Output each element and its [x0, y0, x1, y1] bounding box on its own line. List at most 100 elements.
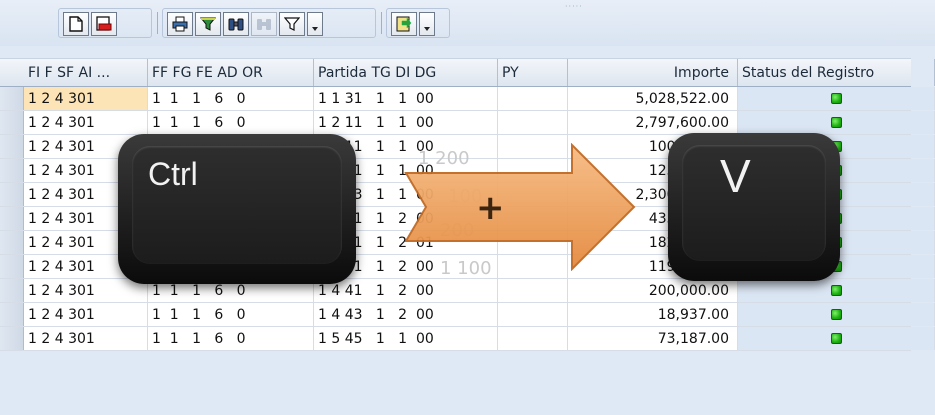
- cell-py[interactable]: [498, 111, 568, 134]
- row-selector[interactable]: [0, 159, 24, 182]
- cell-py[interactable]: [498, 135, 568, 158]
- cell-partida[interactable]: 1 4 31 1 2 00: [314, 255, 498, 278]
- column-header-fi[interactable]: FI F SF AI ...: [24, 59, 148, 86]
- cell-ff[interactable]: 1 1 1 6 0: [148, 111, 314, 134]
- cell-fi[interactable]: 1 2 4 301: [24, 327, 148, 350]
- table-row[interactable]: 1 2 4 301 1 1 1 6 01 4 31 1 2 00 119,000.0…: [0, 255, 935, 279]
- delete-row-button[interactable]: [91, 12, 117, 36]
- cell-importe[interactable]: 18,937.00: [568, 303, 738, 326]
- table-row[interactable]: 1 2 4 301 1 1 1 6 01 4 11 1 2 00 435,000.0…: [0, 207, 935, 231]
- cell-importe[interactable]: 200,000.00: [568, 279, 738, 302]
- cell-partida[interactable]: 1 4 11 1 2 00: [314, 207, 498, 230]
- find-next-button[interactable]: [251, 12, 277, 36]
- cell-status[interactable]: [738, 183, 935, 206]
- cell-partida[interactable]: 1 1 31 1 1 00: [314, 87, 498, 110]
- row-selector[interactable]: [0, 303, 24, 326]
- row-selector[interactable]: [0, 135, 24, 158]
- table-row[interactable]: 1 2 4 301 1 1 1 6 01 3 23 1 1 00 2,300,000…: [0, 183, 935, 207]
- cell-fi[interactable]: 1 2 4 301: [24, 87, 148, 110]
- find-button[interactable]: [223, 12, 249, 36]
- row-selector[interactable]: [0, 207, 24, 230]
- row-selector[interactable]: [0, 231, 24, 254]
- cell-partida[interactable]: 1 4 41 1 2 00: [314, 279, 498, 302]
- cell-importe[interactable]: 435,000.00: [568, 207, 738, 230]
- cell-importe[interactable]: 182,000.00: [568, 231, 738, 254]
- row-selector[interactable]: [0, 327, 24, 350]
- table-row[interactable]: 1 2 4 301 1 1 1 6 01 2 11 1 1 00 2,797,600…: [0, 111, 935, 135]
- cell-importe[interactable]: 73,187.00: [568, 327, 738, 350]
- column-header-partida[interactable]: Partida TG DI DG: [314, 59, 498, 86]
- row-selector[interactable]: [0, 255, 24, 278]
- cell-partida[interactable]: 1 3 21 1 1 00: [314, 159, 498, 182]
- cell-importe[interactable]: 119,000.00: [568, 255, 738, 278]
- cell-fi[interactable]: 1 2 4 301: [24, 207, 148, 230]
- cell-py[interactable]: [498, 327, 568, 350]
- cell-py[interactable]: [498, 87, 568, 110]
- cell-ff[interactable]: 1 1 1 6 0: [148, 303, 314, 326]
- cell-status[interactable]: [738, 87, 935, 110]
- export-button[interactable]: [391, 12, 417, 36]
- table-row[interactable]: 1 2 4 301 1 1 1 6 01 4 41 1 2 00 200,000.0…: [0, 279, 935, 303]
- cell-status[interactable]: [738, 207, 935, 230]
- table-row[interactable]: 1 2 4 301 1 1 1 6 01 1 31 1 1 00 5,028,522…: [0, 87, 935, 111]
- table-row[interactable]: 1 2 4 301 1 1 1 6 01 3 21 1 1 00 125,000.0…: [0, 159, 935, 183]
- cell-fi[interactable]: 1 2 4 301: [24, 111, 148, 134]
- cell-importe[interactable]: 2,797,600.00: [568, 111, 738, 134]
- table-row[interactable]: 1 2 4 301 1 1 1 6 01 4 21 1 2 01 182,000.0…: [0, 231, 935, 255]
- cell-status[interactable]: [738, 327, 935, 350]
- cell-fi[interactable]: 1 2 4 301: [24, 303, 148, 326]
- row-selector[interactable]: [0, 87, 24, 110]
- cell-fi[interactable]: 1 2 4 301: [24, 135, 148, 158]
- resize-grip-icon[interactable]: ·····: [565, 2, 583, 11]
- column-header-py[interactable]: PY: [498, 59, 568, 86]
- export-dropdown-button[interactable]: [419, 12, 435, 36]
- cell-importe[interactable]: 2,300,000.00: [568, 183, 738, 206]
- column-header-status[interactable]: Status del Registro: [738, 59, 935, 86]
- cell-partida[interactable]: 1 4 21 1 2 01: [314, 231, 498, 254]
- cell-fi[interactable]: 1 2 4 301: [24, 231, 148, 254]
- cell-ff[interactable]: 1 1 1 6 0: [148, 207, 314, 230]
- cell-status[interactable]: [738, 111, 935, 134]
- cell-py[interactable]: [498, 279, 568, 302]
- cell-py[interactable]: [498, 303, 568, 326]
- cell-py[interactable]: [498, 159, 568, 182]
- cell-importe[interactable]: 5,028,522.00: [568, 87, 738, 110]
- cell-fi[interactable]: 1 2 4 301: [24, 255, 148, 278]
- set-filter-button[interactable]: [279, 12, 305, 36]
- cell-py[interactable]: [498, 207, 568, 230]
- filter-button[interactable]: [195, 12, 221, 36]
- filter-dropdown-button[interactable]: [307, 12, 323, 36]
- cell-partida[interactable]: 1 3 23 1 1 00: [314, 183, 498, 206]
- cell-py[interactable]: [498, 183, 568, 206]
- cell-importe[interactable]: 125,000.00: [568, 159, 738, 182]
- cell-importe[interactable]: 100,000.00: [568, 135, 738, 158]
- new-document-button[interactable]: [63, 12, 89, 36]
- cell-partida[interactable]: 1 2 11 1 1 00: [314, 111, 498, 134]
- cell-ff[interactable]: 1 1 1 6 0: [148, 231, 314, 254]
- cell-ff[interactable]: 1 1 1 6 0: [148, 87, 314, 110]
- cell-fi[interactable]: 1 2 4 301: [24, 159, 148, 182]
- cell-status[interactable]: [738, 135, 935, 158]
- cell-status[interactable]: [738, 231, 935, 254]
- cell-ff[interactable]: 1 1 1 6 0: [148, 279, 314, 302]
- cell-fi[interactable]: 1 2 4 301: [24, 279, 148, 302]
- cell-ff[interactable]: 1 1 1 6 0: [148, 183, 314, 206]
- cell-status[interactable]: [738, 279, 935, 302]
- column-header-ff[interactable]: FF FG FE AD OR: [148, 59, 314, 86]
- cell-py[interactable]: [498, 255, 568, 278]
- cell-status[interactable]: [738, 255, 935, 278]
- cell-ff[interactable]: 1 1 1 6 0: [148, 159, 314, 182]
- cell-fi[interactable]: 1 2 4 301: [24, 183, 148, 206]
- cell-partida[interactable]: 1 3 11 1 1 00: [314, 135, 498, 158]
- cell-status[interactable]: [738, 303, 935, 326]
- cell-py[interactable]: [498, 231, 568, 254]
- print-button[interactable]: [167, 12, 193, 36]
- row-selector[interactable]: [0, 111, 24, 134]
- cell-ff[interactable]: 1 1 1 6 0: [148, 255, 314, 278]
- cell-ff[interactable]: 1 1 1 6 0: [148, 135, 314, 158]
- cell-status[interactable]: [738, 159, 935, 182]
- row-selector[interactable]: [0, 183, 24, 206]
- table-row[interactable]: 1 2 4 301 1 1 1 6 01 5 45 1 1 00 73,187.00: [0, 327, 935, 351]
- cell-partida[interactable]: 1 4 43 1 2 00: [314, 303, 498, 326]
- cell-partida[interactable]: 1 5 45 1 1 00: [314, 327, 498, 350]
